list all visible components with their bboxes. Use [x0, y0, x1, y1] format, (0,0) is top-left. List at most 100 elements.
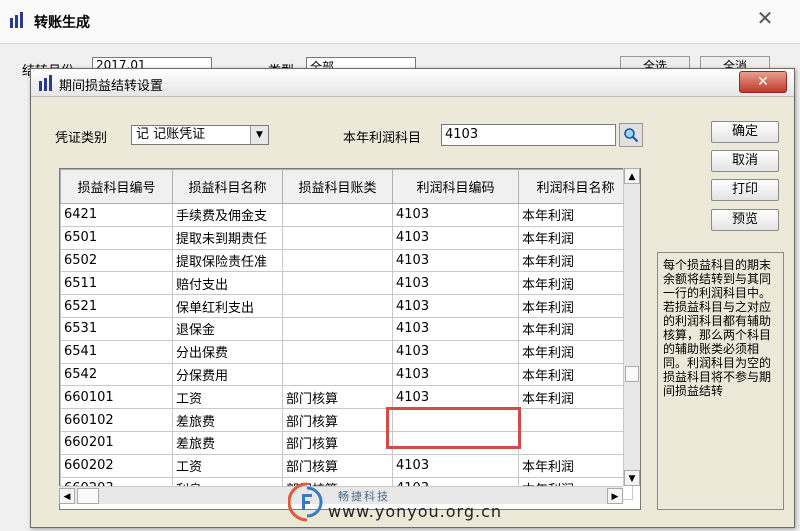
grid-cell[interactable]: 手续费及佣金支: [172, 203, 283, 227]
col-header-pl-code[interactable]: 损益科目编号: [60, 169, 173, 204]
grid-cell[interactable]: 6421: [60, 203, 173, 227]
grid-cell[interactable]: 提取未到期责任: [172, 225, 283, 250]
grid-cell[interactable]: 6531: [60, 316, 173, 341]
grid-cell[interactable]: 赔付支出: [172, 271, 283, 296]
grid-cell[interactable]: 本年利润: [518, 248, 633, 273]
scroll-thumb[interactable]: [625, 366, 639, 382]
col-header-profit-name[interactable]: 利润科目名称: [518, 169, 633, 204]
dialog-close-button[interactable]: ✕: [739, 71, 787, 93]
grid-cell[interactable]: 4103: [392, 225, 519, 250]
table-row[interactable]: 6501 提取未到期责任 4103 本年利润: [60, 225, 633, 250]
grid-cell[interactable]: 工资: [172, 453, 283, 478]
grid-cell[interactable]: [518, 430, 633, 455]
grid-cell[interactable]: [282, 362, 393, 387]
grid-cell[interactable]: 本年利润: [518, 203, 633, 227]
cancel-button[interactable]: 取消: [711, 150, 779, 172]
grid-cell[interactable]: [282, 248, 393, 273]
grid-cell[interactable]: 6541: [60, 339, 173, 364]
table-row[interactable]: 6531 退保金 4103 本年利润: [60, 316, 633, 341]
grid-cell[interactable]: [282, 271, 393, 296]
scroll-left-icon[interactable]: ◀: [59, 488, 75, 504]
grid-cell[interactable]: 提取保险责任准: [172, 248, 283, 273]
grid-cell[interactable]: 6542: [60, 362, 173, 387]
grid-cell[interactable]: 6521: [60, 294, 173, 318]
grid-cell[interactable]: 6511: [60, 271, 173, 296]
dialog-title: 期间损益结转设置: [59, 79, 164, 94]
help-text-panel: 每个损益科目的期末余额将结转到与其同一行的利润科目中。若损益科目与之对应的利润科…: [657, 252, 784, 510]
scroll-down-icon[interactable]: ▼: [624, 470, 640, 486]
table-row[interactable]: 6521 保单红利支出 4103 本年利润: [60, 294, 633, 318]
table-row[interactable]: 6542 分保费用 4103 本年利润: [60, 362, 633, 387]
grid-cell[interactable]: 工资: [172, 385, 283, 410]
grid-cell[interactable]: [282, 225, 393, 250]
preview-button[interactable]: 预览: [711, 209, 779, 231]
watermark-url: www.yonyou.org.cn: [328, 502, 503, 521]
table-row[interactable]: 660101 工资 部门核算 4103 本年利润: [60, 385, 633, 410]
table-row[interactable]: 6511 赔付支出 4103 本年利润: [60, 271, 633, 296]
scroll-right-icon[interactable]: ▶: [607, 488, 623, 504]
watermark-logo-icon: [288, 482, 323, 522]
grid-cell[interactable]: 本年利润: [518, 271, 633, 296]
grid-cell[interactable]: 4103: [392, 203, 519, 227]
grid-cell[interactable]: 4103: [392, 271, 519, 296]
grid-cell[interactable]: 分出保费: [172, 339, 283, 364]
grid-cell[interactable]: 本年利润: [518, 362, 633, 387]
background-window-title: 转账生成: [34, 15, 90, 31]
table-row[interactable]: 6502 提取保险责任准 4103 本年利润: [60, 248, 633, 273]
profit-account-input[interactable]: 4103: [441, 124, 616, 146]
grid-cell[interactable]: 4103: [392, 248, 519, 273]
grid-cell[interactable]: 4103: [392, 453, 519, 478]
grid-cell[interactable]: 4103: [392, 385, 519, 410]
grid-cell[interactable]: [518, 408, 633, 432]
grid-cell[interactable]: 部门核算: [282, 408, 393, 432]
grid-cell[interactable]: 本年利润: [518, 225, 633, 250]
grid-cell[interactable]: 本年利润: [518, 385, 633, 410]
col-header-pl-type[interactable]: 损益科目账类: [282, 169, 393, 204]
grid-cell[interactable]: 4103: [392, 316, 519, 341]
profit-account-search-button[interactable]: [619, 123, 643, 147]
grid-cell[interactable]: 退保金: [172, 316, 283, 341]
grid-cell[interactable]: [282, 316, 393, 341]
grid-cell[interactable]: 部门核算: [282, 430, 393, 455]
grid-cell[interactable]: 6501: [60, 225, 173, 250]
col-header-pl-name[interactable]: 损益科目名称: [172, 169, 283, 204]
grid-cell[interactable]: 部门核算: [282, 385, 393, 410]
grid-cell[interactable]: 差旅费: [172, 408, 283, 432]
grid-cell[interactable]: [282, 203, 393, 227]
voucher-type-label: 凭证类别: [55, 131, 108, 146]
app-logo-icon: [39, 75, 52, 91]
grid-cell[interactable]: 4103: [392, 294, 519, 318]
grid-cell[interactable]: 4103: [392, 362, 519, 387]
chevron-down-icon[interactable]: ▼: [250, 126, 268, 144]
table-row[interactable]: 660102 差旅费 部门核算: [60, 408, 633, 432]
background-close-button[interactable]: ✕: [738, 6, 792, 30]
grid-cell[interactable]: [282, 294, 393, 318]
grid-cell[interactable]: 本年利润: [518, 339, 633, 364]
grid-cell[interactable]: 本年利润: [518, 294, 633, 318]
grid-cell[interactable]: 本年利润: [518, 316, 633, 341]
grid-vertical-scrollbar[interactable]: ▲ ▼: [623, 168, 640, 486]
grid-cell[interactable]: 本年利润: [518, 453, 633, 478]
table-row[interactable]: 660202 工资 部门核算 4103 本年利润: [60, 453, 633, 478]
grid-cell[interactable]: 保单红利支出: [172, 294, 283, 318]
grid-cell[interactable]: 6502: [60, 248, 173, 273]
grid-cell[interactable]: 660202: [60, 453, 173, 478]
grid-cell[interactable]: 660102: [60, 408, 173, 432]
grid-cell[interactable]: 4103: [392, 339, 519, 364]
grid-cell[interactable]: 660101: [60, 385, 173, 410]
grid-cell[interactable]: 分保费用: [172, 362, 283, 387]
confirm-button[interactable]: 确定: [711, 121, 779, 143]
voucher-type-value: 记 记账凭证: [136, 127, 206, 142]
table-row[interactable]: 6541 分出保费 4103 本年利润: [60, 339, 633, 364]
grid-cell[interactable]: [282, 339, 393, 364]
scroll-up-icon[interactable]: ▲: [624, 168, 640, 184]
grid-cell[interactable]: 差旅费: [172, 430, 283, 455]
grid-cell[interactable]: 660201: [60, 430, 173, 455]
voucher-type-select[interactable]: 记 记账凭证 ▼: [131, 125, 269, 145]
table-row[interactable]: 6421 手续费及佣金支 4103 本年利润: [60, 203, 633, 227]
grid-cell[interactable]: 部门核算: [282, 453, 393, 478]
print-button[interactable]: 打印: [711, 179, 779, 201]
table-row[interactable]: 660201 差旅费 部门核算: [60, 430, 633, 455]
scroll-thumb-horizontal[interactable]: [77, 488, 99, 504]
col-header-profit-code[interactable]: 利润科目编码: [392, 169, 519, 204]
